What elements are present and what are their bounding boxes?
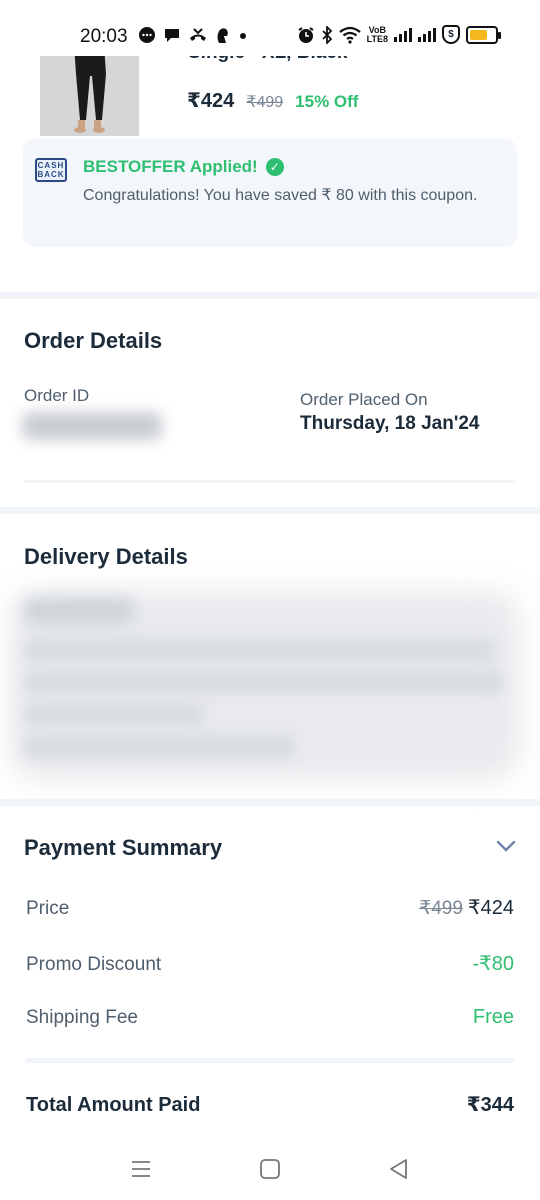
- coupon-message: Congratulations! You have saved ₹ 80 wit…: [83, 187, 478, 204]
- home-icon[interactable]: [257, 1156, 283, 1182]
- delivery-details-title: Delivery Details: [24, 544, 188, 569]
- battery-icon: [466, 25, 501, 44]
- coupon-title: BESTOFFER Applied! ✓: [83, 157, 284, 177]
- missed-call-icon: [190, 28, 206, 41]
- product-image[interactable]: [40, 44, 139, 136]
- price-mrp: ₹499: [419, 898, 463, 919]
- delivery-line-redacted: [24, 736, 294, 758]
- wifi-icon: [338, 26, 361, 44]
- order-placed-label: Order Placed On: [300, 390, 428, 409]
- shipping-fee-label: Shipping Fee: [26, 1007, 138, 1028]
- shield-icon: $: [442, 25, 460, 44]
- alarm-icon: [298, 26, 314, 43]
- section-divider: [0, 799, 540, 806]
- price-label: Price: [26, 898, 70, 919]
- product-price-row: ₹424 ₹499 15% Off: [187, 88, 358, 113]
- order-divider: [24, 480, 516, 483]
- price-values: ₹499 ₹424: [419, 895, 514, 920]
- payment-summary-title: Payment Summary: [24, 835, 223, 860]
- section-divider: [0, 292, 540, 299]
- cashback-icon: CASH BACK: [35, 158, 67, 182]
- menu-icon[interactable]: [128, 1156, 154, 1182]
- order-id-value-redacted: [22, 412, 162, 440]
- dot-icon: [240, 33, 246, 39]
- status-time: 20:03: [80, 26, 128, 47]
- price-row: Price ₹499 ₹424: [26, 895, 514, 920]
- order-details-title: Order Details: [24, 328, 163, 353]
- battery-level: [470, 29, 487, 40]
- shipping-fee-row: Shipping Fee Free: [26, 1006, 514, 1029]
- system-icons: VoB LTE8 $: [297, 24, 501, 44]
- product-discount: 15% Off: [295, 92, 359, 111]
- coupon-card: CASH BACK BESTOFFER Applied! ✓ Congratul…: [23, 139, 517, 247]
- price-value: ₹424: [467, 897, 514, 919]
- total-row: Total Amount Paid ₹344: [26, 1092, 514, 1117]
- promo-discount-value: -₹80: [472, 953, 514, 975]
- product-price: ₹424: [187, 90, 235, 112]
- leggings-image: [40, 44, 139, 136]
- product-mrp: ₹499: [246, 94, 284, 111]
- delivery-name-redacted: [24, 598, 134, 624]
- chat-bubble-icon: [139, 27, 155, 43]
- summary-divider: [26, 1058, 514, 1063]
- volte-icon: VoB LTE8: [366, 24, 388, 44]
- chevron-down-icon[interactable]: [494, 834, 518, 858]
- section-divider: [0, 507, 540, 514]
- notification-icons: [138, 26, 248, 44]
- bluetooth-icon: [322, 25, 332, 44]
- promo-discount-row: Promo Discount -₹80: [26, 951, 514, 976]
- signal-icon: [394, 27, 412, 42]
- total-value: ₹344: [466, 1094, 514, 1116]
- hand-icon: [217, 28, 228, 43]
- delivery-line-redacted: [24, 704, 204, 724]
- order-id-label: Order ID: [24, 386, 90, 405]
- system-nav-bar: [0, 1140, 540, 1200]
- shipping-fee-value: Free: [472, 1006, 514, 1028]
- signal-icon: [418, 27, 436, 42]
- order-placed-value: Thursday, 18 Jan'24: [300, 413, 480, 434]
- check-icon: ✓: [265, 158, 284, 176]
- promo-discount-label: Promo Discount: [26, 954, 162, 975]
- delivery-line-redacted: [24, 640, 494, 660]
- total-label: Total Amount Paid: [26, 1094, 201, 1116]
- message-icon: [165, 29, 179, 42]
- delivery-line-redacted: [24, 672, 504, 692]
- status-bar: 20:03 VoB LTE8 $: [0, 0, 540, 56]
- back-icon[interactable]: [386, 1156, 412, 1182]
